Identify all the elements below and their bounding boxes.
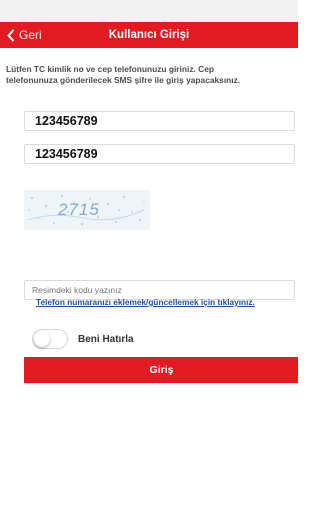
- remember-me-row: Beni Hatırla: [32, 328, 134, 350]
- instructions-line-1: Lütfen TC kimlik no ve cep telefonunuzu …: [6, 64, 214, 74]
- tc-id-input[interactable]: [24, 111, 295, 131]
- captcha-noise: 2715: [24, 190, 150, 230]
- remember-me-toggle[interactable]: [32, 329, 68, 349]
- toggle-knob: [34, 331, 50, 347]
- instructions-line-2: telefonunuza gönderilecek SMS şifre ile …: [6, 75, 241, 85]
- remember-me-label: Beni Hatırla: [78, 333, 134, 345]
- phone-input[interactable]: [24, 144, 295, 164]
- login-form: Lütfen TC kimlik no ve cep telefonunuzu …: [0, 48, 298, 526]
- back-button[interactable]: Geri: [7, 22, 42, 48]
- navigation-bar: Geri Kullanıcı Girişi: [0, 22, 298, 48]
- chevron-left-icon: [7, 28, 15, 42]
- back-label: Geri: [19, 28, 42, 42]
- instructions-text: Lütfen TC kimlik no ve cep telefonunuzu …: [6, 64, 298, 86]
- login-button[interactable]: Giriş: [24, 357, 298, 383]
- captcha-image: 2715: [24, 190, 150, 230]
- update-phone-link[interactable]: Telefon numaranızı eklemek/güncellemek i…: [36, 297, 255, 307]
- login-screen: Geri Kullanıcı Girişi Lütfen TC kimlik n…: [0, 0, 298, 526]
- captcha-text: 2715: [57, 200, 100, 219]
- page-title: Kullanıcı Girişi: [108, 29, 190, 41]
